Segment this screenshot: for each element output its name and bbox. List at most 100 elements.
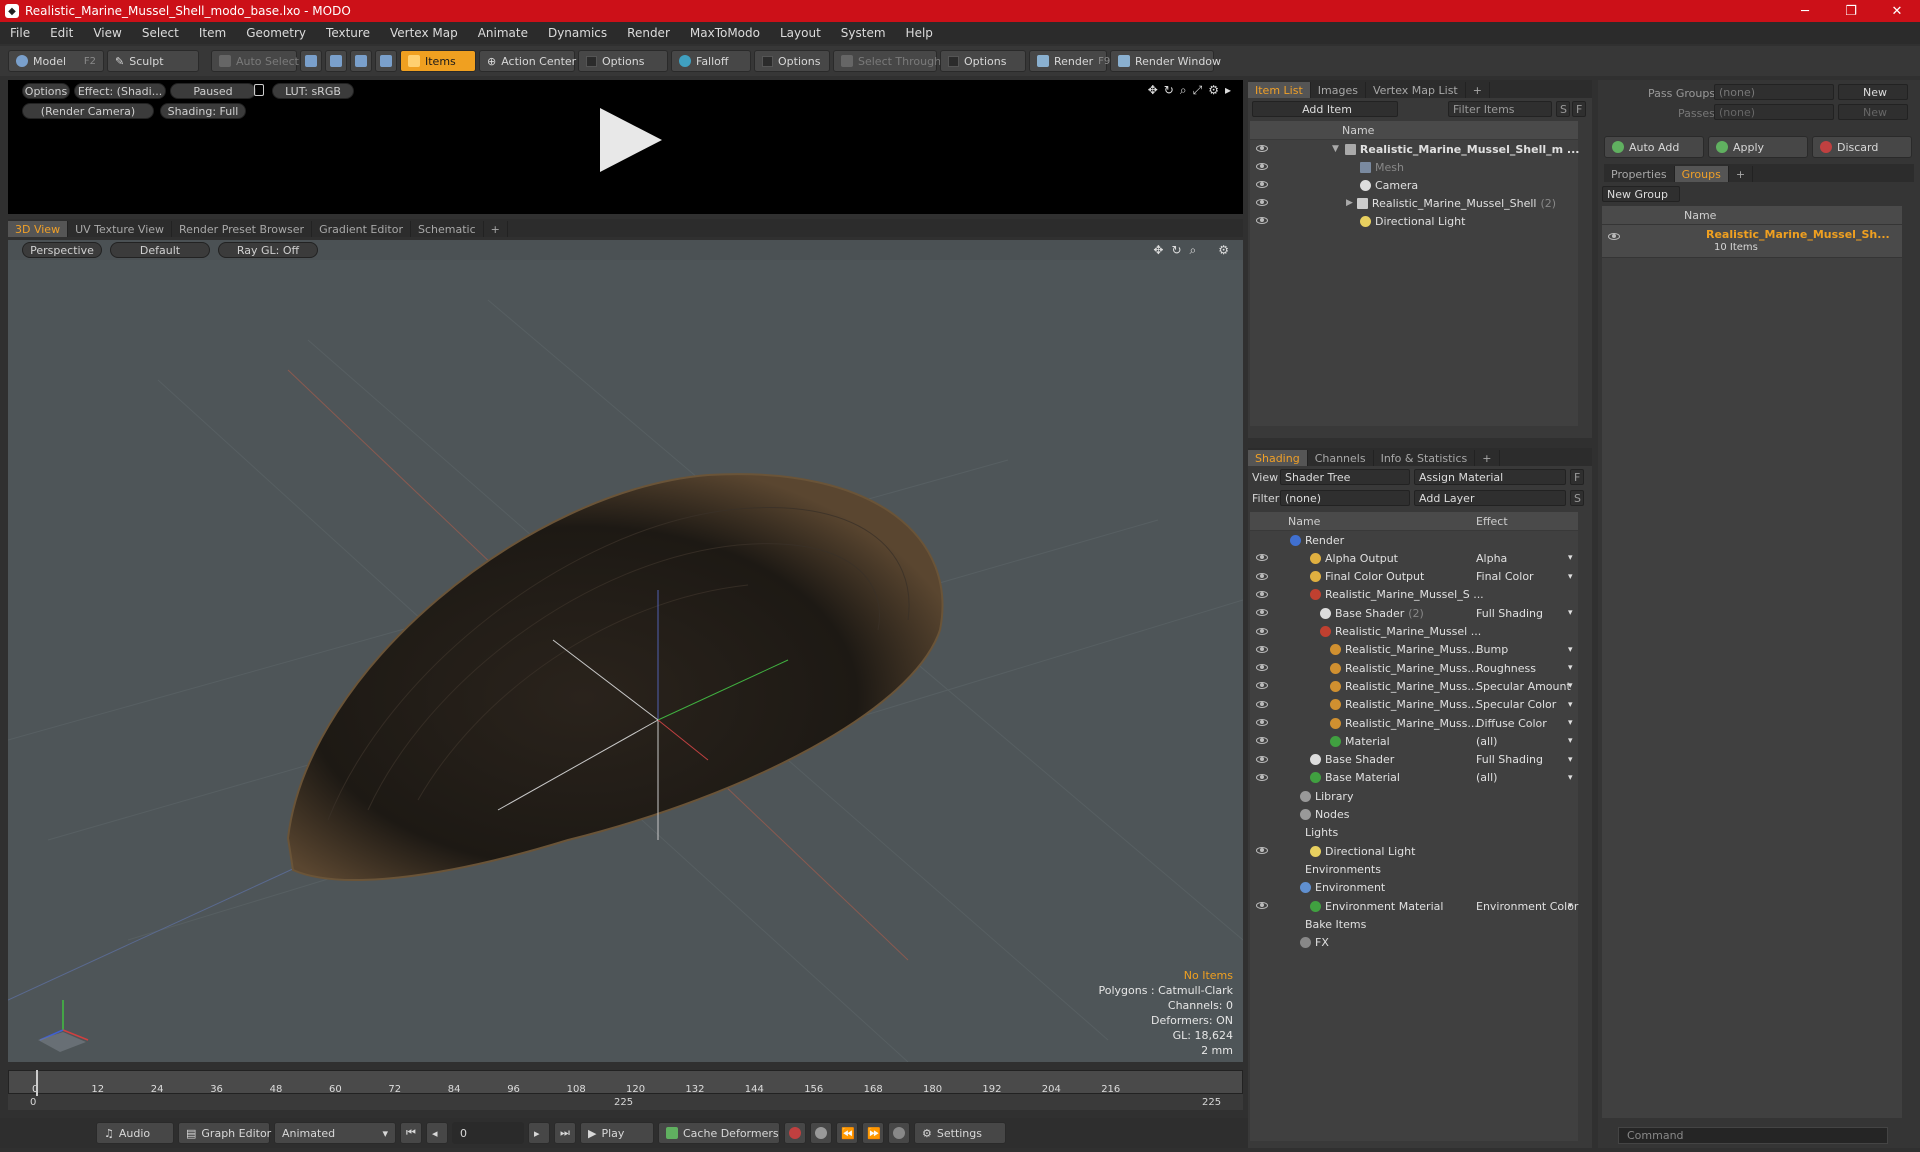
cache-deformers-button[interactable]: Cache Deformers [658, 1122, 780, 1144]
tab-shading[interactable]: Shading [1248, 450, 1308, 466]
eye-icon[interactable] [1256, 145, 1268, 152]
tab-schematic[interactable]: Schematic [411, 221, 484, 237]
render-window-button[interactable]: Render Window [1110, 50, 1221, 72]
shader-row-effect[interactable]: Full Shading [1476, 753, 1543, 766]
maximize-button[interactable]: ❐ [1828, 0, 1874, 22]
materials-mode-button[interactable] [375, 50, 397, 72]
chevron-down-icon[interactable]: ▾ [1568, 645, 1573, 655]
settings-button[interactable]: ⚙ Settings [914, 1122, 1006, 1144]
apply-button[interactable]: Apply [1708, 136, 1808, 158]
s-button[interactable]: S [1570, 490, 1584, 506]
auto-select-button[interactable]: Auto Select [211, 50, 299, 72]
pass-groups-dropdown[interactable]: (none) [1714, 84, 1834, 100]
last-frame-button[interactable]: ⏭ [554, 1122, 576, 1144]
shader-row-effect[interactable]: Diffuse Color [1476, 717, 1547, 730]
eye-icon[interactable] [1256, 554, 1268, 562]
eye-icon[interactable] [1256, 199, 1268, 206]
shader-row-effect[interactable]: Bump [1476, 643, 1508, 656]
shader-tree-row[interactable]: Material (all) ▾ [1250, 732, 1578, 750]
rotate-icon[interactable]: ↻ [1171, 243, 1181, 258]
eye-icon[interactable] [1256, 163, 1268, 170]
shader-row-effect[interactable]: Specular Color [1476, 698, 1556, 711]
eye-icon[interactable] [1256, 217, 1268, 224]
shader-tree-row[interactable]: Nodes [1250, 806, 1578, 824]
shader-tree-row[interactable]: Lights [1250, 824, 1578, 842]
shader-tree-row[interactable]: Realistic_Marine_Muss... Specular Color ▾ [1250, 696, 1578, 714]
move-icon[interactable]: ✥ [1148, 83, 1158, 98]
tree-row-camera[interactable]: Camera [1250, 176, 1418, 194]
shader-row-effect[interactable]: Environment Color [1476, 900, 1578, 913]
chevron-down-icon[interactable]: ▾ [1568, 736, 1573, 746]
eye-icon[interactable] [1256, 572, 1268, 580]
falloff-options-button[interactable]: Options [754, 50, 830, 72]
eye-icon[interactable] [1256, 181, 1268, 188]
shader-tree-row[interactable]: Realistic_Marine_Muss... Bump ▾ [1250, 641, 1578, 659]
perspective-dropdown[interactable]: Perspective [22, 242, 102, 258]
render-button[interactable]: Render F9 [1029, 50, 1110, 72]
view-dropdown[interactable]: Shader Tree [1280, 469, 1410, 485]
render-camera-dropdown[interactable]: (Render Camera) [22, 103, 154, 119]
assign-material-dropdown[interactable]: Assign Material [1414, 469, 1566, 485]
tab-3d-view[interactable]: 3D View [8, 221, 69, 237]
shader-tree-row[interactable]: Realistic_Marine_Muss... Diffuse Color ▾ [1250, 714, 1578, 732]
tab-render-preset-browser[interactable]: Render Preset Browser [172, 221, 313, 237]
eye-icon[interactable] [1256, 755, 1268, 763]
expand-arrow-icon[interactable]: ▸ [1225, 83, 1231, 98]
chevron-down-icon[interactable]: ▾ [1568, 901, 1573, 911]
style-dropdown[interactable]: Default [110, 242, 210, 258]
paused-toggle[interactable]: Paused [170, 83, 256, 99]
menu-view[interactable]: View [83, 26, 131, 40]
menu-vertex-map[interactable]: Vertex Map [380, 26, 468, 40]
gear-icon[interactable]: ⚙ [1208, 83, 1219, 98]
zoom-icon[interactable]: ⌕ [1180, 83, 1187, 98]
key-toggle-button[interactable] [888, 1122, 910, 1144]
shader-tree-row[interactable]: Environment Material Environment Color ▾ [1250, 897, 1578, 915]
tree-row-scene[interactable]: ▼ Realistic_Marine_Mussel_Shell_m ... [1250, 140, 1579, 158]
move-icon[interactable]: ✥ [1153, 243, 1163, 258]
add-tab-button[interactable]: + [484, 221, 508, 237]
prev-key-button[interactable]: ⏪ [836, 1122, 858, 1144]
shader-tree-row[interactable]: Directional Light [1250, 842, 1578, 860]
shader-row-effect[interactable]: Full Shading [1476, 607, 1543, 620]
eye-icon[interactable] [1256, 682, 1268, 690]
play-button[interactable]: ▶ Play [580, 1122, 654, 1144]
eye-icon[interactable] [1608, 233, 1620, 240]
maximize-icon[interactable]: ⤢ [1193, 83, 1203, 98]
s-button[interactable]: S [1556, 101, 1570, 117]
chevron-down-icon[interactable]: ▾ [1568, 681, 1573, 691]
edges-mode-button[interactable] [325, 50, 347, 72]
eye-icon[interactable] [1256, 645, 1268, 653]
shader-tree-row[interactable]: Final Color Output Final Color ▾ [1250, 568, 1578, 586]
shader-tree-row[interactable]: Base Shader Full Shading ▾ [1250, 751, 1578, 769]
tree-row-light[interactable]: Directional Light [1250, 212, 1465, 230]
tab-gradient-editor[interactable]: Gradient Editor [312, 221, 411, 237]
chevron-down-icon[interactable]: ▾ [1568, 755, 1573, 765]
preview-options-button[interactable]: Options [22, 83, 70, 99]
group-row[interactable]: Realistic_Marine_Mussel_Sh... 10 Items [1602, 225, 1902, 257]
graph-editor-button[interactable]: ▤ Graph Editor [178, 1122, 271, 1144]
shader-tree-row[interactable]: Realistic_Marine_Mussel_S ... [1250, 586, 1578, 604]
tab-item-list[interactable]: Item List [1248, 82, 1311, 98]
shader-tree-row[interactable]: Library [1250, 787, 1578, 805]
menu-render[interactable]: Render [617, 26, 680, 40]
filter-dropdown[interactable]: (none) [1280, 490, 1410, 506]
3d-viewport[interactable]: No Items Polygons : Catmull-Clark Channe… [8, 240, 1243, 1062]
mussel-shell-mesh[interactable] [286, 473, 944, 881]
eye-icon[interactable] [1256, 700, 1268, 708]
discard-button[interactable]: Discard [1812, 136, 1912, 158]
first-frame-button[interactable]: ⏮ [400, 1122, 422, 1144]
new-group-button[interactable]: New Group [1602, 186, 1680, 202]
menu-dynamics[interactable]: Dynamics [538, 26, 617, 40]
shader-row-effect[interactable]: Alpha [1476, 552, 1507, 565]
filter-items-input[interactable]: Filter Items [1448, 101, 1552, 117]
action-center-button[interactable]: ⊕ Action Center [479, 50, 576, 72]
shader-tree-row[interactable]: Environment [1250, 879, 1578, 897]
menu-layout[interactable]: Layout [770, 26, 831, 40]
lock-icon[interactable] [254, 84, 264, 96]
chevron-down-icon[interactable]: ▾ [1568, 553, 1573, 563]
shader-tree-row[interactable]: Render [1250, 531, 1578, 549]
menu-maxtomodo[interactable]: MaxToModo [680, 26, 770, 40]
command-input[interactable]: Command [1618, 1127, 1888, 1144]
eye-icon[interactable] [1256, 773, 1268, 781]
shader-tree-row[interactable]: Base Material (all) ▾ [1250, 769, 1578, 787]
